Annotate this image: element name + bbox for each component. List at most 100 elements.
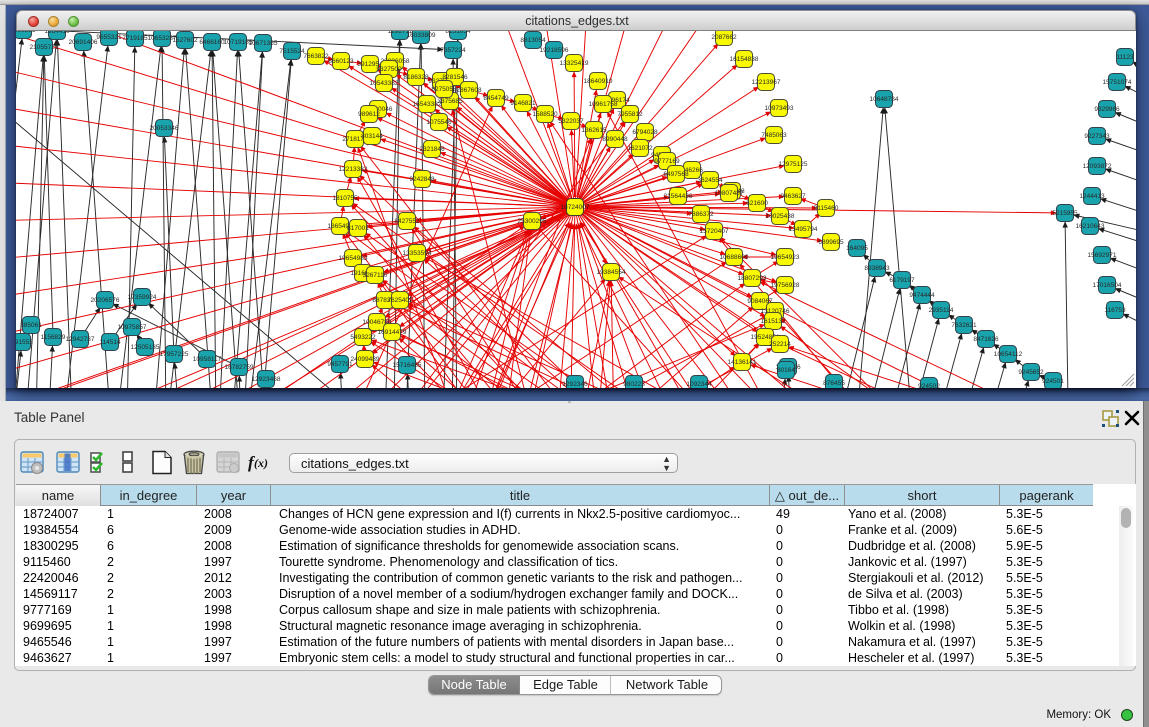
svg-text:7719185: 7719185: [122, 35, 148, 42]
svg-text:9227343: 9227343: [1084, 133, 1110, 140]
svg-text:5493222: 5493222: [350, 334, 376, 341]
svg-text:621600: 621600: [746, 200, 768, 207]
svg-text:12975125: 12975125: [779, 161, 808, 168]
svg-text:1984410: 1984410: [44, 31, 70, 35]
svg-text:20206576: 20206576: [91, 297, 120, 304]
svg-text:924502: 924502: [918, 383, 940, 388]
svg-text:9245652: 9245652: [1018, 369, 1044, 376]
svg-text:10975857: 10975857: [118, 324, 147, 331]
svg-text:385061: 385061: [20, 322, 42, 329]
svg-text:1156829: 1156829: [41, 334, 66, 341]
svg-text:21564436: 21564436: [664, 193, 693, 200]
svg-text:7625402: 7625402: [387, 297, 413, 304]
svg-text:16033809: 16033809: [407, 32, 436, 39]
svg-text:9242848: 9242848: [409, 176, 435, 183]
svg-text:876455: 876455: [823, 380, 845, 387]
svg-text:2867608: 2867608: [456, 87, 482, 94]
svg-text:1588520: 1588520: [532, 111, 558, 118]
svg-text:6899695: 6899695: [818, 239, 844, 246]
svg-text:7663822: 7663822: [303, 53, 329, 60]
svg-text:9115460: 9115460: [814, 205, 839, 212]
svg-text:6497568: 6497568: [663, 171, 689, 178]
svg-text:114514: 114514: [99, 339, 121, 346]
svg-text:8660123: 8660123: [328, 58, 354, 65]
svg-text:10973493: 10973493: [765, 105, 794, 112]
svg-text:2935114: 2935114: [929, 307, 954, 314]
svg-text:9474444: 9474444: [909, 292, 935, 299]
svg-text:10961758: 10961758: [589, 101, 618, 108]
svg-text:25300295: 25300295: [518, 218, 547, 225]
svg-text:16914479: 16914479: [378, 329, 407, 336]
svg-text:6179197: 6179197: [889, 277, 915, 284]
svg-text:2321846: 2321846: [419, 146, 445, 153]
svg-text:5322037: 5322037: [558, 118, 584, 125]
svg-text:16543382: 16543382: [413, 101, 442, 108]
svg-text:12923468: 12923468: [252, 376, 281, 383]
svg-text:20053346: 20053346: [150, 125, 179, 132]
svg-text:8131054: 8131054: [445, 31, 471, 35]
svg-text:18640910: 18640910: [584, 78, 613, 85]
svg-text:10671385: 10671385: [249, 40, 278, 47]
svg-text:9463627: 9463627: [780, 193, 806, 200]
svg-text:14136141: 14136141: [728, 359, 757, 366]
svg-text:8471626: 8471626: [973, 336, 999, 343]
svg-text:18807293: 18807293: [738, 275, 767, 282]
svg-text:1244413: 1244413: [1079, 193, 1105, 200]
svg-text:2087662: 2087662: [711, 34, 737, 41]
svg-text:1362615: 1362615: [581, 127, 607, 134]
svg-text:9655321: 9655321: [96, 34, 122, 41]
svg-text:1527602: 1527602: [172, 37, 198, 44]
svg-text:980223: 980223: [623, 381, 645, 388]
svg-text:13353594: 13353594: [403, 250, 432, 257]
svg-text:8938943: 8938943: [864, 265, 890, 272]
svg-text:21055721: 21055721: [30, 44, 59, 51]
svg-text:12093872: 12093872: [1083, 163, 1112, 170]
svg-text:7632621: 7632621: [951, 322, 977, 329]
svg-text:15720407: 15720407: [700, 228, 729, 235]
svg-text:20691406: 20691406: [69, 39, 98, 46]
svg-text:16154838: 16154838: [730, 56, 759, 63]
svg-text:7357224: 7357224: [440, 47, 466, 54]
svg-text:10807487: 10807487: [715, 190, 744, 197]
svg-text:17359924: 17359924: [128, 294, 157, 301]
svg-text:12213967: 12213967: [752, 79, 781, 86]
svg-text:817001: 817001: [347, 225, 369, 232]
svg-text:24099489: 24099489: [351, 356, 380, 363]
svg-text:7485063: 7485063: [761, 132, 787, 139]
svg-text:5215955: 5215955: [1052, 210, 1078, 217]
svg-text:1292346: 1292346: [562, 381, 588, 388]
svg-text:10543382: 10543382: [370, 80, 399, 87]
svg-text:116753: 116753: [1104, 307, 1126, 314]
svg-text:3267110: 3267110: [363, 272, 388, 279]
svg-text:1810755: 1810755: [332, 195, 358, 202]
svg-text:11123: 11123: [1116, 54, 1133, 61]
svg-text:9457791: 9457791: [327, 361, 353, 368]
svg-text:1092344: 1092344: [686, 381, 712, 388]
svg-text:19218596: 19218596: [540, 47, 569, 54]
svg-text:10025438: 10025438: [766, 213, 795, 220]
svg-text:6794028: 6794028: [632, 129, 658, 136]
svg-text:7886372: 7886372: [688, 211, 714, 218]
svg-text:6466160: 6466160: [199, 39, 225, 46]
svg-text:8275058: 8275058: [431, 86, 457, 93]
svg-text:19756928: 19756928: [771, 282, 800, 289]
svg-text:16782759: 16782759: [225, 364, 254, 371]
svg-text:7955812: 7955812: [617, 111, 643, 118]
svg-text:(x): (x): [254, 456, 268, 470]
svg-text:10648784: 10648784: [870, 96, 899, 103]
svg-text:1695325: 1695325: [16, 31, 36, 34]
svg-text:17016504: 17016504: [1093, 282, 1122, 289]
svg-text:12213382: 12213382: [339, 166, 368, 173]
svg-text:8813054: 8813054: [520, 37, 546, 44]
svg-text:1621072: 1621072: [627, 145, 653, 152]
svg-text:19654983: 19654983: [339, 255, 368, 262]
svg-text:12942737: 12942737: [66, 336, 95, 343]
svg-text:989612: 989612: [358, 111, 380, 118]
svg-text:1075546: 1075546: [426, 119, 452, 126]
svg-text:19384554: 19384554: [597, 269, 626, 276]
svg-text:10654112: 10654112: [994, 351, 1023, 358]
svg-text:16210643: 16210643: [1076, 223, 1105, 230]
svg-text:18724007: 18724007: [561, 204, 590, 211]
svg-text:17957225: 17957225: [160, 351, 189, 358]
svg-text:8990448: 8990448: [602, 136, 628, 143]
